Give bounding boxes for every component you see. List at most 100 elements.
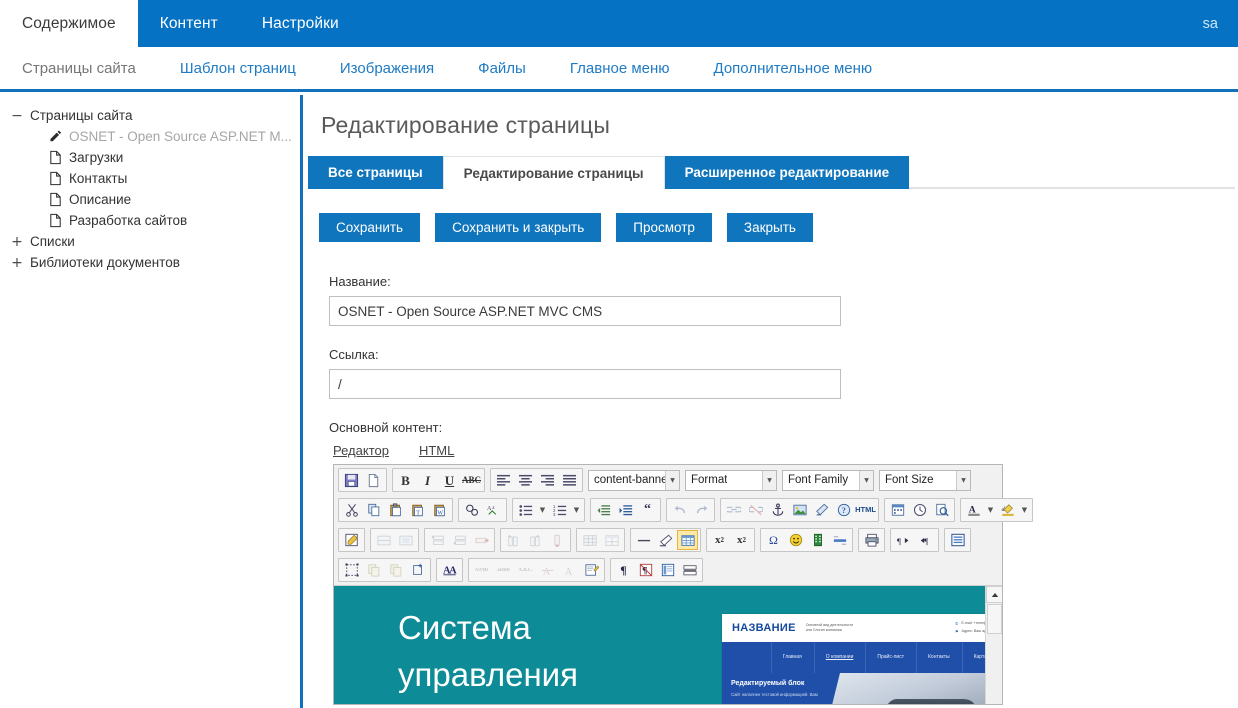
select-all-icon[interactable]	[341, 560, 362, 580]
insert-date-field-icon[interactable]	[887, 500, 908, 520]
tree-node-stranicy-sayta[interactable]: − Страницы сайта	[10, 105, 300, 126]
edit-source-icon[interactable]	[581, 560, 602, 580]
close-button[interactable]: Закрыть	[726, 213, 813, 242]
topbar-tab-kontent[interactable]: Контент	[138, 0, 240, 47]
subscript-icon[interactable]: x2	[709, 530, 730, 550]
copy-formatting-icon[interactable]	[363, 560, 384, 580]
outdent-icon[interactable]	[593, 500, 614, 520]
increase-font-icon[interactable]: A	[559, 560, 580, 580]
paste-word-icon[interactable]: W	[429, 500, 450, 520]
align-right-icon[interactable]	[537, 470, 558, 490]
sentence-case-icon[interactable]: A.B.C.	[515, 560, 536, 580]
bold-icon[interactable]: B	[395, 470, 416, 490]
cut-icon[interactable]	[341, 500, 362, 520]
save-button[interactable]: Сохранить	[319, 213, 421, 242]
new-document-icon[interactable]	[363, 470, 384, 490]
tab-rasshirennoe-redaktirovanie[interactable]: Расширенное редактирование	[664, 156, 910, 189]
page-break-icon[interactable]	[829, 530, 850, 550]
mode-link-html[interactable]: HTML	[419, 443, 454, 458]
undo-icon[interactable]	[669, 500, 690, 520]
highlight-color-icon[interactable]: ab	[997, 500, 1018, 520]
underline-icon[interactable]: U	[439, 470, 460, 490]
align-justify-icon[interactable]	[559, 470, 580, 490]
split-view-icon[interactable]	[679, 560, 700, 580]
title-input[interactable]	[329, 296, 841, 326]
bullet-list-icon[interactable]	[515, 500, 536, 520]
paste-text-icon[interactable]: T	[407, 500, 428, 520]
editor-vertical-scrollbar[interactable]	[985, 586, 1002, 704]
save-and-close-button[interactable]: Сохранить и закрыть	[435, 213, 602, 242]
insert-image-icon[interactable]	[789, 500, 810, 520]
rtl-direction-icon[interactable]: ¶	[915, 530, 936, 550]
format-select[interactable]: Format ▼	[685, 469, 777, 491]
spellcheck-icon[interactable]: Az	[483, 500, 504, 520]
editor-canvas[interactable]: Система управления НАЗВАНИЕ Основной вид…	[334, 586, 985, 704]
subnav-item-stranicy-sayta[interactable]: Страницы сайта	[0, 60, 158, 77]
mode-link-redaktor[interactable]: Редактор	[333, 443, 389, 458]
collapse-toggle-icon[interactable]: −	[10, 109, 24, 123]
lowercase-icon[interactable]: aBBB	[493, 560, 514, 580]
show-paragraph-marks-icon[interactable]: ¶	[613, 560, 634, 580]
delete-row-icon[interactable]	[471, 530, 492, 550]
indent-icon[interactable]	[615, 500, 636, 520]
emoticon-icon[interactable]	[785, 530, 806, 550]
maximize-editor-icon[interactable]	[947, 530, 968, 550]
superscript-icon[interactable]: x2	[731, 530, 752, 550]
find-icon[interactable]	[461, 500, 482, 520]
table-grid-icon[interactable]	[579, 530, 600, 550]
paste-formatting-icon[interactable]	[385, 560, 406, 580]
scrollbar-thumb[interactable]	[987, 604, 1002, 634]
save-icon[interactable]	[341, 470, 362, 490]
bullet-list-chevron-down-icon[interactable]: ▼	[537, 500, 548, 520]
insert-row-after-icon[interactable]	[449, 530, 470, 550]
font-family-select[interactable]: Font Family ▼	[782, 469, 874, 491]
numbered-list-chevron-down-icon[interactable]: ▼	[571, 500, 582, 520]
copy-icon[interactable]	[363, 500, 384, 520]
strikethrough-icon[interactable]: ABC	[461, 470, 482, 490]
table-header-icon[interactable]	[601, 530, 622, 550]
link-icon[interactable]	[723, 500, 744, 520]
unlink-icon[interactable]	[745, 500, 766, 520]
redo-icon[interactable]	[691, 500, 712, 520]
align-left-icon[interactable]	[493, 470, 514, 490]
print-icon[interactable]	[861, 530, 882, 550]
help-icon[interactable]: ?	[833, 500, 854, 520]
font-size-select[interactable]: Font Size ▼	[879, 469, 971, 491]
ltr-direction-icon[interactable]: ¶	[893, 530, 914, 550]
decrease-font-icon[interactable]: A	[537, 560, 558, 580]
hide-paragraph-marks-icon[interactable]: ¶	[635, 560, 656, 580]
numbered-list-icon[interactable]: 123	[549, 500, 570, 520]
italic-icon[interactable]: I	[417, 470, 438, 490]
delete-column-icon[interactable]	[547, 530, 568, 550]
align-center-icon[interactable]	[515, 470, 536, 490]
topbar-tab-soderzhimoe[interactable]: Содержимое	[0, 0, 138, 47]
tree-node-kontakty[interactable]: Контакты	[10, 168, 300, 189]
highlight-color-chevron-down-icon[interactable]: ▼	[1019, 500, 1030, 520]
preview-page-icon[interactable]	[931, 500, 952, 520]
insert-snippet-icon[interactable]	[407, 560, 428, 580]
text-color-chevron-down-icon[interactable]: ▼	[985, 500, 996, 520]
horizontal-rule-icon[interactable]	[633, 530, 654, 550]
tree-node-zagruzki[interactable]: Загрузки	[10, 147, 300, 168]
subnav-item-fayly[interactable]: Файлы	[456, 60, 548, 77]
special-character-icon[interactable]: Ω	[763, 530, 784, 550]
blockquote-icon[interactable]: “	[637, 500, 658, 520]
tree-node-biblioteki-dokumentov[interactable]: + Библиотеки документов	[10, 252, 300, 273]
change-case-icon[interactable]: AA	[439, 560, 460, 580]
tab-vse-stranicy[interactable]: Все страницы	[308, 156, 443, 189]
tree-node-osnet-home[interactable]: OSNET - Open Source ASP.NET M...	[10, 126, 300, 147]
insert-media-icon[interactable]	[807, 530, 828, 550]
link-input[interactable]	[329, 369, 841, 399]
split-cells-icon[interactable]	[395, 530, 416, 550]
paste-icon[interactable]	[385, 500, 406, 520]
uppercase-icon[interactable]: AA¶B	[471, 560, 492, 580]
anchor-icon[interactable]	[767, 500, 788, 520]
merge-cells-icon[interactable]	[373, 530, 394, 550]
expand-toggle-icon[interactable]: +	[10, 256, 24, 270]
clean-format-icon[interactable]	[811, 500, 832, 520]
insert-time-icon[interactable]	[909, 500, 930, 520]
insert-row-before-icon[interactable]	[427, 530, 448, 550]
expand-toggle-icon[interactable]: +	[10, 235, 24, 249]
topbar-tab-nastroyki[interactable]: Настройки	[240, 0, 361, 47]
remove-format-icon[interactable]	[655, 530, 676, 550]
